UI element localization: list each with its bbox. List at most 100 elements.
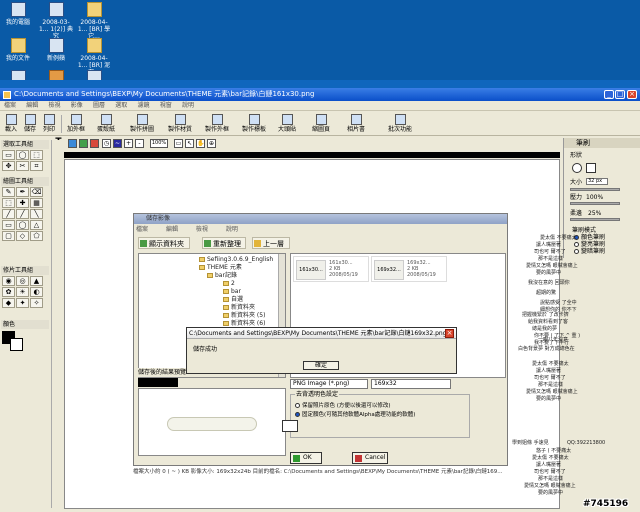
tree-node[interactable]: 新資料夾 (6)	[223, 320, 265, 327]
close-icon[interactable]: ×	[445, 329, 454, 338]
rect-select-tool[interactable]: ▭	[2, 150, 15, 160]
ok-button[interactable]: OK	[290, 452, 322, 464]
file-thumbnail[interactable]: 161x30... 161x30... 2 KB 2008/05/19	[293, 256, 369, 282]
red-eye-tool[interactable]: ◉	[2, 276, 15, 286]
zoom-out-icon[interactable]: -	[135, 139, 144, 148]
clone-tool[interactable]: ✚	[16, 198, 29, 208]
secondary-color-swatch[interactable]	[10, 338, 23, 351]
desktop-icon-file-2[interactable]: 2008-04-1... [BR] 學它...	[76, 2, 112, 40]
menu-filter[interactable]: 濾鏡	[134, 101, 154, 111]
tree-node[interactable]: bar	[223, 288, 241, 295]
triangle-tool[interactable]: △	[30, 220, 43, 230]
burn-tool[interactable]: ◐	[30, 287, 43, 297]
tree-node[interactable]: THEME 元素	[199, 264, 242, 271]
size-slider[interactable]	[570, 188, 620, 191]
transparent-color-swatch[interactable]	[282, 420, 298, 432]
file-name-input[interactable]: 169x32	[371, 379, 451, 389]
add-frame-button[interactable]: 加外框	[64, 114, 88, 135]
hand-icon[interactable]: ✋	[196, 139, 205, 148]
desktop-icon-my-documents[interactable]: 我的文件	[0, 38, 36, 62]
pencil-tool[interactable]: ✎	[2, 187, 15, 197]
magic-wand-tool[interactable]: ⌗	[30, 161, 43, 171]
image-icon[interactable]	[79, 139, 88, 148]
keep-original-option[interactable]: 保留照片原色 (方便以後還可以修改)	[295, 403, 391, 410]
pan-icon[interactable]: ⊕	[207, 139, 216, 148]
size-input[interactable]: 32 px	[586, 178, 608, 185]
maximize-button[interactable]: □	[615, 90, 625, 99]
tree-node[interactable]: 新資料夾	[223, 304, 255, 311]
menu-image[interactable]: 影像	[67, 101, 87, 111]
show-folders-button[interactable]: 顯示資料夾	[138, 237, 190, 249]
minimize-button[interactable]: _	[604, 90, 614, 99]
brush-tool[interactable]: ╱	[16, 209, 29, 219]
photo-book-button[interactable]: 相片書	[343, 114, 369, 135]
desktop-icon-file-1[interactable]: 2008-03-1... 1(2)] 典究	[38, 2, 74, 40]
up-one-level-button[interactable]: 上一層	[252, 237, 290, 249]
menu-edit[interactable]: 編輯	[22, 101, 42, 111]
line-tool[interactable]: ╱	[2, 209, 15, 219]
tree-node[interactable]: 新資料夾 (5)	[223, 312, 265, 319]
pressure-slider[interactable]	[570, 202, 620, 205]
print-button[interactable]: 列印	[40, 114, 58, 135]
desktop-icon-my-computer[interactable]: 我的電腦	[0, 2, 36, 26]
cancel-button[interactable]: Cancel	[352, 452, 388, 464]
menu-window[interactable]: 視窗	[156, 101, 176, 111]
batch-button[interactable]: 批次功能	[384, 114, 416, 135]
text-box-icon[interactable]: ▭	[174, 139, 183, 148]
tree-node[interactable]: Sefiing3.0.6.9_English	[199, 256, 273, 263]
smudge-tool[interactable]: ◎	[16, 276, 29, 286]
sticker-button[interactable]: 大頭貼	[274, 114, 300, 135]
color-icon[interactable]	[90, 139, 99, 148]
file-format-select[interactable]: PNG Image (*.png)	[290, 379, 368, 389]
ellipse-select-tool[interactable]: ◯	[16, 150, 29, 160]
retouch-tool[interactable]: ✿	[2, 287, 15, 297]
menu-layer[interactable]: 圖層	[89, 101, 109, 111]
rectangle-tool[interactable]: ▭	[2, 220, 15, 230]
tree-node[interactable]: 2	[223, 280, 235, 287]
make-template-button[interactable]: 製作標板	[238, 114, 270, 135]
move-tool[interactable]: ✥	[2, 161, 15, 171]
fill-tool[interactable]: ▦	[30, 198, 43, 208]
dialog-menu-help[interactable]: 說明	[226, 226, 238, 233]
darken-brush-radio[interactable]	[574, 249, 579, 254]
dialog-menu-file[interactable]: 檔案	[136, 226, 148, 233]
polygon-tool[interactable]: ⬠	[30, 231, 43, 241]
diamond-tool[interactable]: ◇	[16, 231, 29, 241]
menu-file[interactable]: 檔案	[0, 101, 20, 111]
close-button[interactable]: ×	[627, 90, 637, 99]
left-scrollbar[interactable]	[51, 140, 61, 508]
wave-icon[interactable]: ~	[113, 139, 122, 148]
dialog-menu-edit[interactable]: 編輯	[166, 226, 178, 233]
sharpen-tool[interactable]: ▲	[30, 276, 43, 286]
eggshell-button[interactable]: 蛋殼紙	[94, 114, 118, 135]
eraser-tool[interactable]: ⌫	[30, 187, 43, 197]
desktop-icon-file-3[interactable]: 新例蘋	[38, 38, 74, 62]
lighten-brush-radio[interactable]	[574, 242, 579, 247]
stamp-tool[interactable]: ⬚	[2, 198, 15, 208]
arrow-icon[interactable]: ↖	[185, 139, 194, 148]
thumbnail-page-button[interactable]: 縮圖頁	[308, 114, 334, 135]
zoom-in-icon[interactable]: +	[124, 139, 133, 148]
save-button[interactable]: 儲存	[21, 114, 39, 135]
make-frame-button[interactable]: 製作外框	[201, 114, 233, 135]
tint-tool[interactable]: ◆	[2, 298, 15, 308]
ellipse-tool[interactable]: ◯	[16, 220, 29, 230]
softness-slider[interactable]	[570, 218, 620, 221]
square-shape-option[interactable]	[586, 163, 596, 173]
make-puzzle-button[interactable]: 製作拼圖	[126, 114, 158, 135]
make-texture-button[interactable]: 製作材質	[164, 114, 196, 135]
round-shape-option[interactable]	[572, 163, 582, 173]
fixed-color-option[interactable]: 固定顏色(可隨其他軟體Alpha處理功能的軟體)	[295, 412, 415, 419]
pen-tool[interactable]: ✒	[16, 187, 29, 197]
airbrush-tool[interactable]: ╲	[30, 209, 43, 219]
menu-select[interactable]: 選取	[111, 101, 131, 111]
clock-icon[interactable]: ◷	[102, 139, 111, 148]
file-thumbnail[interactable]: 169x32... 169x32... 2 KB 2008/05/19	[371, 256, 447, 282]
dodge-tool[interactable]: ☀	[16, 287, 29, 297]
window-titlebar[interactable]: C:\Documents and Settings\BEXP\My Docume…	[0, 88, 640, 101]
dialog-menu-view[interactable]: 檢視	[196, 226, 208, 233]
glow-tool[interactable]: ✧	[30, 298, 43, 308]
confirm-button[interactable]: 確定	[303, 361, 339, 370]
load-button[interactable]: 載入	[2, 114, 20, 135]
lasso-tool[interactable]: ⬚	[30, 150, 43, 160]
